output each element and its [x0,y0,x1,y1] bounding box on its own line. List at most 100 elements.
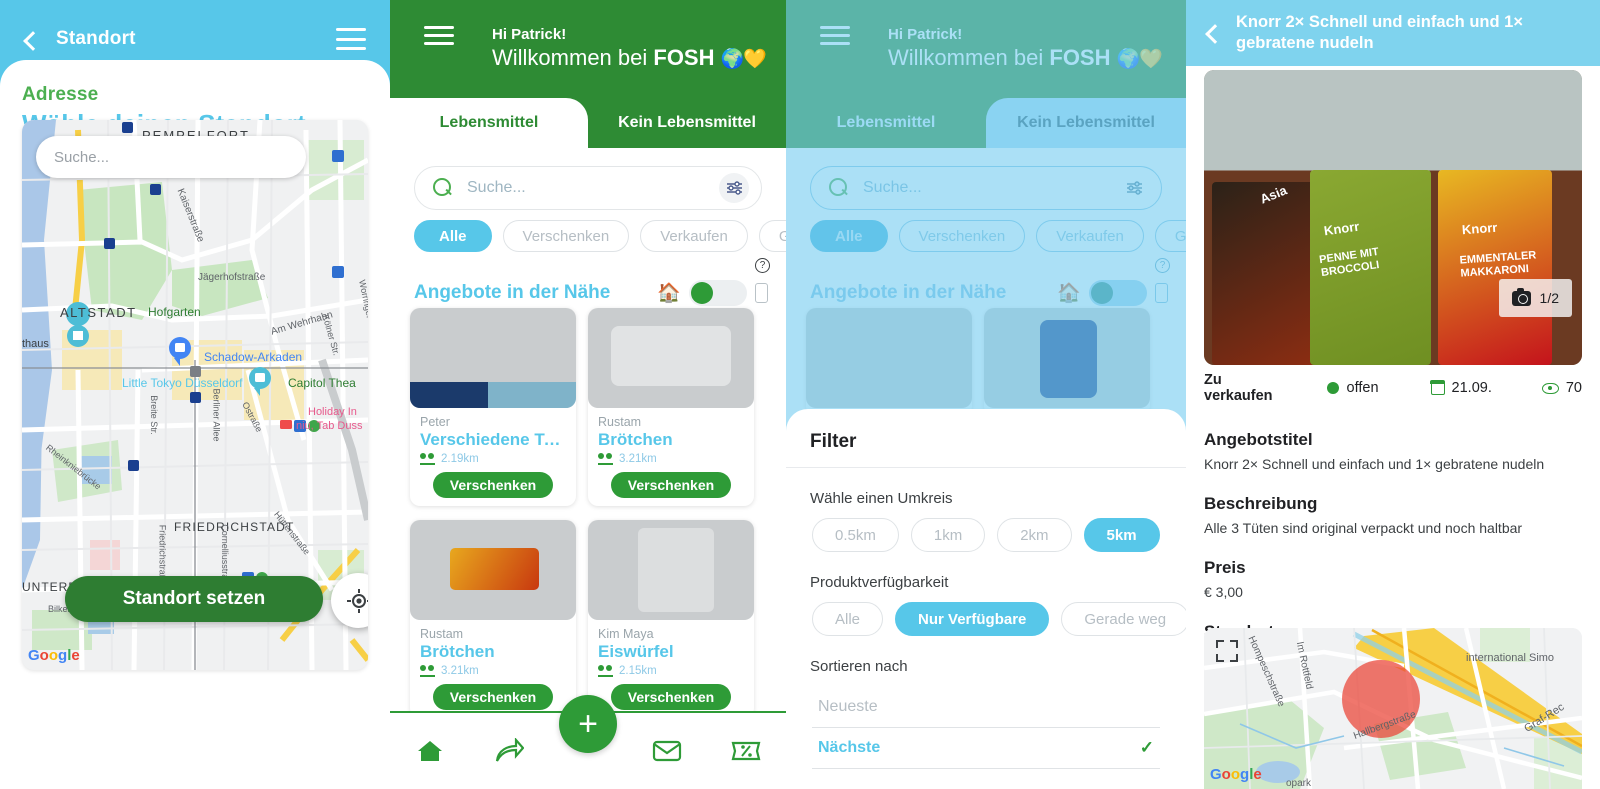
field-heading-angebotstitel: Angebotstitel [1204,430,1313,449]
tab-kein-lebensmittel[interactable]: Kein Lebensmittel [588,98,786,148]
nav-home-icon[interactable] [390,739,469,763]
location-picker-map[interactable]: PEMPELFORTKaiserstraßeJägerhofstraßeALTS… [22,120,368,670]
nearby-row: Angebote in der Nähe 🏠 ? [414,258,770,306]
chip-gesucht[interactable]: Gesucht [758,220,786,252]
map-label: thaus [22,338,49,350]
radius-option-5km[interactable]: 5km [1083,518,1160,552]
hamburger-menu-icon[interactable] [336,28,366,50]
offer-thumbnail [410,520,576,620]
chevron-left-icon[interactable] [1202,23,1224,45]
offer-card-grid: Peter Verschiedene Tee … 2.19km Verschen… [410,308,778,718]
set-location-button[interactable]: Standort setzen [65,576,323,622]
map-search-input[interactable]: Suche... [36,136,306,178]
offer-title: Verschiedene Tee … [420,430,566,449]
offer-action-button[interactable]: Verschenken [611,684,731,710]
question-mark-icon[interactable]: ? [755,258,770,273]
offer-action-button[interactable]: Verschenken [611,472,731,498]
offer-photo[interactable]: Asia Knorr PENNE MIT BROCCOLI Knorr EMMENTAL… [1204,70,1582,365]
google-watermark: Google [1210,766,1262,783]
chevron-left-icon[interactable] [20,30,42,52]
photo-counter-badge: 1/2 [1498,279,1572,317]
filter-sheet-title: Filter [810,431,857,452]
availability-option-alle[interactable]: Alle [812,602,884,636]
product-label-layer: Asia Knorr PENNE MIT BROCCOLI Knorr EMMENTAL… [1204,70,1582,365]
offer-views: 70 [1541,380,1582,396]
hamburger-menu-icon[interactable] [424,26,454,45]
search-input[interactable]: Suche... [414,166,762,210]
map-label: Berliner Allee [211,388,222,442]
product-pack-label: Knorr [1322,218,1361,239]
add-offer-fab[interactable]: + [559,695,617,753]
search-bar-wrap: Suche... [414,166,762,210]
greeting-block: Hi Patrick! Willkommen bei FOSH 🌍💛 [492,26,767,71]
map-label: Im Rottfeld [1293,640,1315,691]
map-label: international Simo [1466,652,1555,664]
status-badge: offen [1326,380,1379,396]
map-label: Worringer Str. [357,278,368,336]
map-label: opark [1286,778,1312,789]
map-label: Hompeschstraße [1245,634,1287,709]
tab-lebensmittel[interactable]: Lebensmittel [390,98,588,148]
product-pack-label: PENNE MIT BROCCOLI [1318,245,1381,279]
map-label: Graf-Rec [1522,701,1567,735]
radius-option-1km[interactable]: 1km [910,518,986,552]
globe-heart-emoji: 🌍💛 [720,49,767,70]
offer-card[interactable]: Rustam Brötchen 3.21km Verschenken [588,308,754,506]
field-value-beschreibung: Alle 3 Tüten sind original verpackt und … [1204,520,1523,536]
google-watermark: Google [28,647,80,664]
offer-card[interactable]: Kim Maya Eiswürfel 2.15km Verschenken [588,520,754,718]
offer-detail-fields: Angebotstitel Knorr 2× Schnell und einfa… [1204,408,1584,642]
map-label: Little Tokyo Düsseldorf [122,376,243,390]
offer-thumbnail [588,308,754,408]
product-pack-label: EMMENTALER MAKKARONI [1459,249,1537,280]
house-icon: 🏠 [657,283,681,304]
sort-options-list: Neueste Nächste ✓ [812,687,1160,769]
offer-thumbnail [410,308,576,408]
expand-fullscreen-icon[interactable] [1216,640,1238,662]
offer-card[interactable]: Peter Verschiedene Tee … 2.19km Verschen… [410,308,576,506]
radius-label: Wähle einen Umkreis [810,490,953,507]
offer-title: Eiswürfel [598,642,674,661]
address-label: Adresse [22,84,99,105]
home-phone-toggle[interactable] [689,280,747,306]
radius-option-2km[interactable]: 2km [997,518,1072,552]
search-placeholder-text: Suche... [467,179,526,196]
sort-option-naechste[interactable]: Nächste ✓ [812,728,1160,769]
offer-distance: 2.15km [598,665,744,677]
nav-envelope-icon[interactable] [628,739,707,763]
eye-views-icon [1541,382,1559,394]
map-label: ALTSTADT [60,305,137,320]
availability-option-nur-verfuegbare[interactable]: Nur Verfügbare [895,602,1050,636]
panel-offer-detail: Knorr 2× Schnell und einfach und 1× gebr… [1186,0,1600,789]
map-label: Hallbergstraße [1352,709,1418,742]
camera-icon [1511,287,1531,306]
chip-verkaufen[interactable]: Verkaufen [640,220,748,252]
radius-option-0-5km[interactable]: 0.5km [812,518,899,552]
status-dot-icon [1326,382,1339,394]
offer-action-button[interactable]: Verschenken [433,684,553,710]
chip-alle[interactable]: Alle [414,220,492,252]
map-label: Ostraße [240,400,265,434]
offer-type: Zu verkaufen [1204,372,1273,404]
checkmark-icon: ✓ [1139,738,1154,757]
location-pin-icon [598,453,613,465]
map-label: Capitol Thea [288,376,356,390]
product-pack-label: Knorr [1461,219,1498,238]
photo-counter-text: 1/2 [1539,290,1559,306]
offer-owner: Peter [420,415,450,429]
offer-card[interactable]: Rustam Brötchen 3.21km Verschenken [410,520,576,718]
map-label: Breite Str. [148,395,159,435]
sort-option-neueste[interactable]: Neueste [812,687,1160,728]
nav-share-arrow-icon[interactable] [469,738,548,764]
offer-photo-graphic: Asia Knorr PENNE MIT BROCCOLI Knorr EMMENTAL… [1204,70,1582,365]
offer-action-button[interactable]: Verschenken [433,472,553,498]
nav-coupon-ticket-icon[interactable] [707,740,786,762]
chip-verschenken[interactable]: Verschenken [502,220,630,252]
location-pin-icon [420,665,435,677]
availability-option-gerade-weg[interactable]: Gerade weg [1061,602,1186,636]
offer-title: Brötchen [420,642,495,661]
sliders-filter-icon[interactable] [719,173,749,203]
sort-label: Sortieren nach [810,658,908,675]
offer-date: 21.09. [1429,380,1492,396]
offer-location-map[interactable]: Hompeschstraße Im Rottfeld international S… [1204,628,1582,789]
